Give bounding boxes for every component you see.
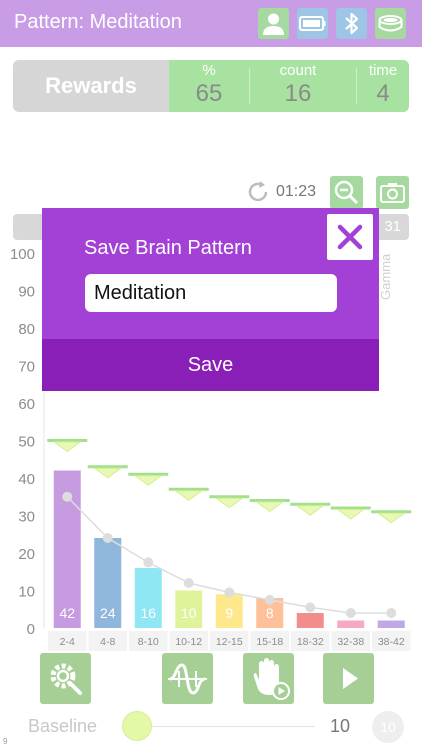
x-tick-label: 2-4 [60,636,75,648]
baseline-label: Baseline [28,716,98,736]
bar-value-label: 10 [181,605,197,621]
baseline-slider-thumb[interactable] [122,711,152,741]
wave-icon [168,663,207,695]
threshold-marker [214,497,244,509]
x-tick-label: 4-8 [100,636,115,648]
bar-value-label: 16 [140,605,156,621]
threshold-marker [174,490,204,501]
x-tick-label: 32-38 [337,636,364,648]
y-tick-label: 40 [18,471,35,488]
trend-point [183,578,194,588]
x-tick-label: 8-10 [138,636,159,648]
y-tick-label: 20 [18,546,35,563]
x-tick-label: 38-42 [378,636,405,648]
y-tick-label: 60 [18,396,35,413]
pattern-name-input[interactable] [85,274,337,312]
baseline-value: 10 [330,716,351,736]
bar [377,620,405,628]
trend-point [143,557,154,568]
x-tick-label: 15-18 [256,636,283,648]
trend-point [102,533,113,543]
dialog-title: Save Brain Pattern [84,237,252,259]
y-tick-label: 10 [18,584,35,601]
play-button[interactable] [323,653,374,704]
settings-search-icon [50,663,82,695]
threshold-marker [336,509,366,520]
bar-value-label: 8 [266,605,274,621]
y-tick-label: 80 [18,321,35,338]
threshold-marker [93,467,123,479]
hand-play-icon [253,658,290,700]
bar [337,620,365,628]
bar-value-label: 24 [100,605,116,621]
bar-value-label: 42 [59,605,75,621]
close-icon [337,224,363,250]
x-tick-label: 12-15 [216,636,243,648]
dialog-body: Save Brain Pattern [42,208,379,339]
play-icon [343,668,358,689]
threshold-marker [52,441,82,453]
x-tick-label: 18-32 [297,636,324,648]
wave-button[interactable] [162,653,213,704]
settings-search-button[interactable] [40,653,91,704]
threshold-marker [255,501,285,513]
trend-point [386,608,397,618]
y-tick-label: 30 [18,509,35,526]
bar-value-label: 9 [225,605,233,621]
threshold-marker [133,475,163,486]
y-tick-label: 70 [18,359,35,376]
threshold-marker [376,512,406,524]
trend-point [305,602,316,613]
trend-point [345,608,356,618]
threshold-marker [295,505,325,516]
y-tick-label: 0 [27,621,35,638]
y-tick-label: 90 [18,284,35,301]
trend-point [62,491,73,502]
y-tick-label: 100 [10,246,35,263]
hand-play-button[interactable] [243,653,294,704]
trend-point [224,587,235,598]
x-tick-label: 10-12 [175,636,202,648]
trend-point [264,594,275,605]
save-pattern-dialog: Save Brain Pattern Save [42,208,379,391]
baseline-slider-track[interactable] [125,726,315,727]
version-label: 9 [3,737,8,746]
save-button[interactable]: Save [42,339,379,391]
y-tick-label: 50 [18,434,35,451]
bar [296,613,324,628]
baseline-badge[interactable]: 10 [372,711,404,743]
close-button[interactable] [327,214,373,260]
